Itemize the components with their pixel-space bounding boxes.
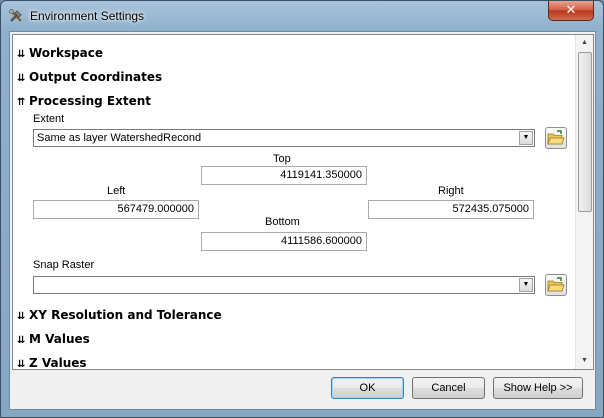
- vertical-scrollbar[interactable]: ▲ ▼: [575, 35, 593, 369]
- expand-chevron-icon: ⇊: [17, 335, 26, 346]
- extent-left-label: Left: [107, 185, 126, 197]
- scroll-up-icon[interactable]: ▲: [576, 35, 593, 51]
- section-z-values[interactable]: ⇊ Z Values: [17, 356, 87, 370]
- expand-chevron-icon: ⇊: [17, 49, 26, 60]
- extent-bottom-field[interactable]: 4111586.600000: [201, 232, 367, 251]
- close-button[interactable]: ✕: [548, 1, 594, 21]
- close-icon: ✕: [565, 2, 577, 17]
- scrollbar-thumb[interactable]: [578, 52, 592, 212]
- settings-scroll-pane[interactable]: ⇊ Workspace ⇊ Output Coordinates ⇈ Processi…: [12, 34, 594, 370]
- cancel-button[interactable]: Cancel: [412, 377, 485, 399]
- dialog-client-area: ⇊ Workspace ⇊ Output Coordinates ⇈ Processi…: [9, 31, 596, 410]
- section-workspace[interactable]: ⇊ Workspace: [17, 46, 103, 60]
- extent-label: Extent: [33, 113, 65, 125]
- extent-left-field[interactable]: 567479.000000: [33, 200, 199, 219]
- extent-top-label: Top: [273, 153, 291, 165]
- expand-chevron-icon: ⇊: [17, 359, 26, 370]
- expand-chevron-icon: ⇊: [17, 311, 26, 322]
- extent-browse-button[interactable]: [545, 127, 567, 149]
- section-processing-extent[interactable]: ⇈ Processing Extent: [17, 94, 151, 108]
- open-folder-icon: [547, 130, 565, 145]
- dropdown-arrow-icon[interactable]: ▼: [519, 278, 533, 292]
- collapse-chevron-icon: ⇈: [17, 97, 26, 108]
- scroll-down-icon[interactable]: ▼: [576, 353, 593, 369]
- section-m-values[interactable]: ⇊ M Values: [17, 332, 90, 346]
- open-folder-icon: [547, 277, 565, 292]
- ok-button[interactable]: OK: [331, 377, 404, 399]
- extent-dropdown[interactable]: Same as layer WatershedRecond ▼: [33, 129, 535, 147]
- section-xy-resolution[interactable]: ⇊ XY Resolution and Tolerance: [17, 308, 222, 322]
- extent-selected-value: Same as layer WatershedRecond: [37, 132, 202, 144]
- snap-raster-browse-button[interactable]: [545, 274, 567, 296]
- environment-settings-window: Environment Settings ✕ ⇊ Workspace ⇊ Outpu…: [0, 0, 604, 418]
- section-output-coordinates[interactable]: ⇊ Output Coordinates: [17, 70, 162, 84]
- snap-raster-label: Snap Raster: [33, 259, 95, 271]
- extent-bottom-label: Bottom: [265, 216, 300, 228]
- title-bar[interactable]: Environment Settings ✕: [1, 1, 603, 31]
- extent-right-field[interactable]: 572435.075000: [368, 200, 534, 219]
- dropdown-arrow-icon[interactable]: ▼: [519, 131, 533, 145]
- extent-top-field[interactable]: 4119141.350000: [201, 166, 367, 185]
- show-help-button[interactable]: Show Help >>: [493, 377, 583, 399]
- window-title: Environment Settings: [30, 9, 145, 23]
- tools-icon: [9, 9, 22, 22]
- extent-right-label: Right: [438, 185, 464, 197]
- expand-chevron-icon: ⇊: [17, 73, 26, 84]
- snap-raster-dropdown[interactable]: ▼: [33, 276, 535, 294]
